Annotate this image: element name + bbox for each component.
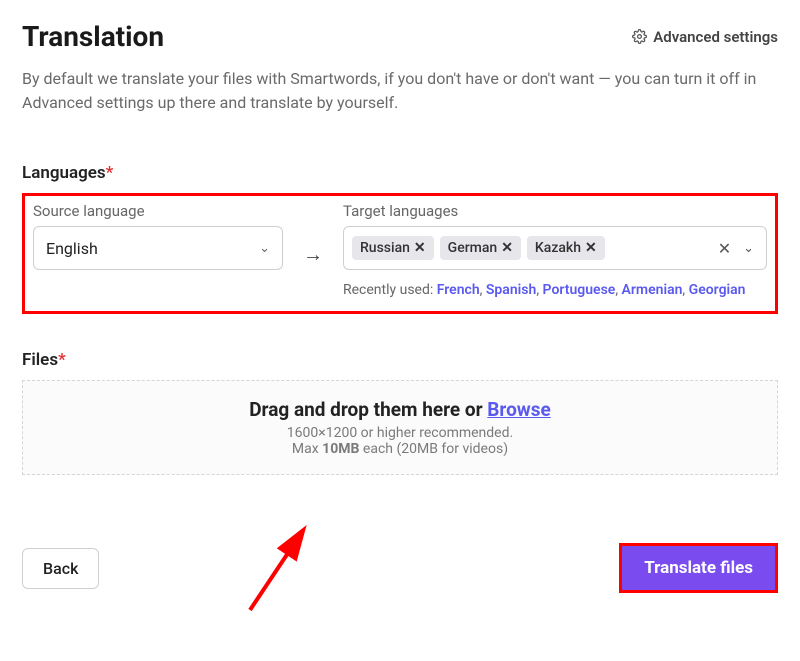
chevron-down-icon[interactable]: ⌄ xyxy=(743,241,754,256)
advanced-settings-label: Advanced settings xyxy=(653,28,778,46)
remove-tag-icon[interactable]: ✕ xyxy=(501,240,513,256)
recent-language-link[interactable]: Armenian xyxy=(622,282,683,298)
remove-tag-icon[interactable]: ✕ xyxy=(585,240,597,256)
page-description: By default we translate your files with … xyxy=(22,67,778,115)
page-title: Translation xyxy=(22,20,164,53)
chevron-down-icon: ⌄ xyxy=(259,241,270,256)
drop-zone-hint: Max 10MB each (20MB for videos) xyxy=(292,441,508,457)
target-languages-select[interactable]: Russian✕ German✕ Kazakh✕ ✕ ⌄ xyxy=(343,226,767,270)
source-language-select[interactable]: English ⌄ xyxy=(33,226,283,270)
clear-all-icon[interactable]: ✕ xyxy=(718,239,731,258)
file-drop-zone[interactable]: Drag and drop them here or Browse 1600×1… xyxy=(22,380,778,475)
back-button[interactable]: Back xyxy=(22,548,99,589)
browse-link[interactable]: Browse xyxy=(487,398,551,421)
target-tag: Kazakh✕ xyxy=(527,236,605,260)
recent-language-link[interactable]: Spanish xyxy=(486,282,536,298)
files-section-label: Files* xyxy=(22,350,778,370)
source-language-caption: Source language xyxy=(33,202,283,220)
recent-language-link[interactable]: Portuguese xyxy=(543,282,616,298)
drop-zone-title: Drag and drop them here or Browse xyxy=(249,398,551,421)
target-languages-caption: Target languages xyxy=(343,202,767,220)
translate-files-button[interactable]: Translate files xyxy=(622,546,775,590)
remove-tag-icon[interactable]: ✕ xyxy=(414,240,426,256)
recent-language-link[interactable]: Georgian xyxy=(689,282,746,298)
required-star: * xyxy=(58,350,66,370)
recent-language-link[interactable]: French xyxy=(437,282,480,298)
advanced-settings-link[interactable]: Advanced settings xyxy=(632,28,778,46)
required-star: * xyxy=(106,163,114,183)
target-tag: Russian✕ xyxy=(352,236,434,260)
languages-section-label: Languages* xyxy=(22,163,778,183)
languages-panel: Source language English ⌄ → Target langu… xyxy=(22,193,778,314)
recently-used-list: Recently used: French, Spanish, Portugue… xyxy=(343,280,767,301)
arrow-right-icon: → xyxy=(283,202,343,267)
source-language-value: English xyxy=(46,239,98,258)
gear-icon xyxy=(632,29,647,44)
target-tag: German✕ xyxy=(440,236,521,260)
drop-zone-hint: 1600×1200 or higher recommended. xyxy=(287,425,513,441)
